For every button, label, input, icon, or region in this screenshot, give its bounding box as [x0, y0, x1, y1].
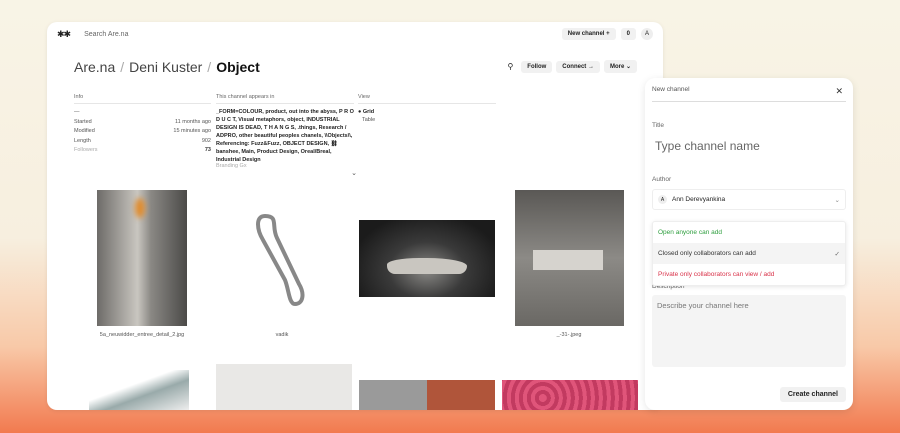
appears-list[interactable]: _FORM=COLOUR, product, out into the abys… — [216, 108, 354, 164]
avatar[interactable]: A — [641, 28, 653, 40]
expand-chevron-icon[interactable]: ⌄ — [216, 169, 357, 177]
modal-title: New channel — [652, 86, 690, 93]
block-image-2[interactable] — [255, 210, 310, 308]
option-closed[interactable]: Closed only collaborators can add ✓ — [653, 243, 845, 264]
main-window: ✱✱ Search Are.na New channel + 0 A Are.n… — [47, 22, 663, 410]
info-dash: — — [74, 109, 80, 115]
title-label: Title — [652, 122, 665, 129]
description-input[interactable]: Describe your channel here — [652, 295, 846, 367]
check-icon: ✓ — [834, 250, 840, 258]
appears-panel: This channel appears in _FORM=COLOUR, pr… — [216, 94, 357, 177]
author-select[interactable]: A Ann Derevyankina ⌄ — [652, 189, 846, 210]
appears-header: This channel appears in — [216, 94, 354, 104]
view-table[interactable]: Table — [358, 116, 496, 124]
follow-button[interactable]: Follow — [521, 60, 553, 73]
info-row: Modified 15 minutes ago — [74, 127, 211, 137]
option-private[interactable]: Private only collaborators can view / ad… — [653, 264, 845, 285]
block-image-6[interactable] — [216, 364, 352, 410]
view-header: View — [358, 94, 496, 104]
block-image-7[interactable] — [359, 380, 495, 410]
connect-button[interactable]: Connect → — [556, 60, 600, 73]
privacy-dropdown: Open anyone can add Closed only collabor… — [652, 221, 846, 286]
modal-header: New channel ✕ — [652, 86, 846, 102]
block-caption: vadik — [275, 332, 289, 338]
info-row: Started 11 months ago — [74, 118, 211, 128]
key: Modified — [74, 128, 95, 134]
breadcrumb-user[interactable]: Deni Kuster — [129, 59, 202, 75]
option-open[interactable]: Open anyone can add — [653, 222, 845, 243]
breadcrumb-root[interactable]: Are.na — [74, 59, 115, 75]
notification-count[interactable]: 0 — [620, 28, 636, 40]
close-icon[interactable]: ✕ — [835, 86, 843, 97]
channel-actions: ⚲ Follow Connect → More ⌄ — [507, 60, 637, 73]
search-input[interactable]: Search Are.na — [84, 31, 128, 38]
page-title: Object — [216, 59, 260, 75]
option-label: Closed only collaborators can add — [658, 250, 756, 257]
breadcrumb: Are.na / Deni Kuster / Object — [74, 59, 260, 75]
new-channel-modal: New channel ✕ Title Type channel name Aut… — [645, 78, 853, 410]
key: Length — [74, 137, 91, 144]
info-panel: Info — Started 11 months ago Modified 15 m… — [74, 94, 211, 156]
search-icon[interactable]: ⚲ — [507, 62, 513, 71]
create-channel-button[interactable]: Create channel — [779, 387, 846, 402]
block-image-5[interactable] — [89, 370, 189, 410]
title-input[interactable]: Type channel name — [655, 139, 760, 153]
block-image-8[interactable] — [502, 380, 638, 410]
key: Followers — [74, 147, 98, 153]
value: 15 minutes ago — [173, 128, 211, 134]
block-image-3[interactable] — [359, 220, 495, 297]
info-header: Info — [74, 94, 211, 104]
block-caption: 5a_neuwidder_entree_detail_2.jpg — [99, 332, 185, 338]
value: 11 months ago — [175, 118, 211, 125]
top-bar: ✱✱ Search Are.na New channel + 0 A — [47, 22, 663, 46]
chevron-down-icon: ⌄ — [834, 196, 840, 204]
separator: / — [207, 59, 212, 75]
value: 73 — [204, 147, 211, 153]
author-label: Author — [652, 176, 672, 183]
author-avatar: A — [658, 195, 667, 204]
arena-logo[interactable]: ✱✱ — [57, 29, 71, 40]
view-panel: View ● Grid Table — [358, 94, 496, 124]
block-image-1[interactable] — [97, 190, 187, 326]
key: Started — [74, 118, 92, 125]
view-grid[interactable]: ● Grid — [358, 108, 496, 116]
separator: / — [120, 59, 125, 75]
info-row: Length 902 — [74, 137, 211, 147]
author-name: Ann Derevyankina — [672, 196, 726, 203]
block-caption: _-31-.jpeg — [556, 332, 582, 338]
value: 902 — [201, 137, 211, 144]
block-image-4[interactable] — [515, 190, 624, 326]
more-button[interactable]: More ⌄ — [603, 60, 637, 73]
info-row: Followers 73 — [74, 146, 211, 156]
new-channel-button[interactable]: New channel + — [561, 28, 616, 40]
